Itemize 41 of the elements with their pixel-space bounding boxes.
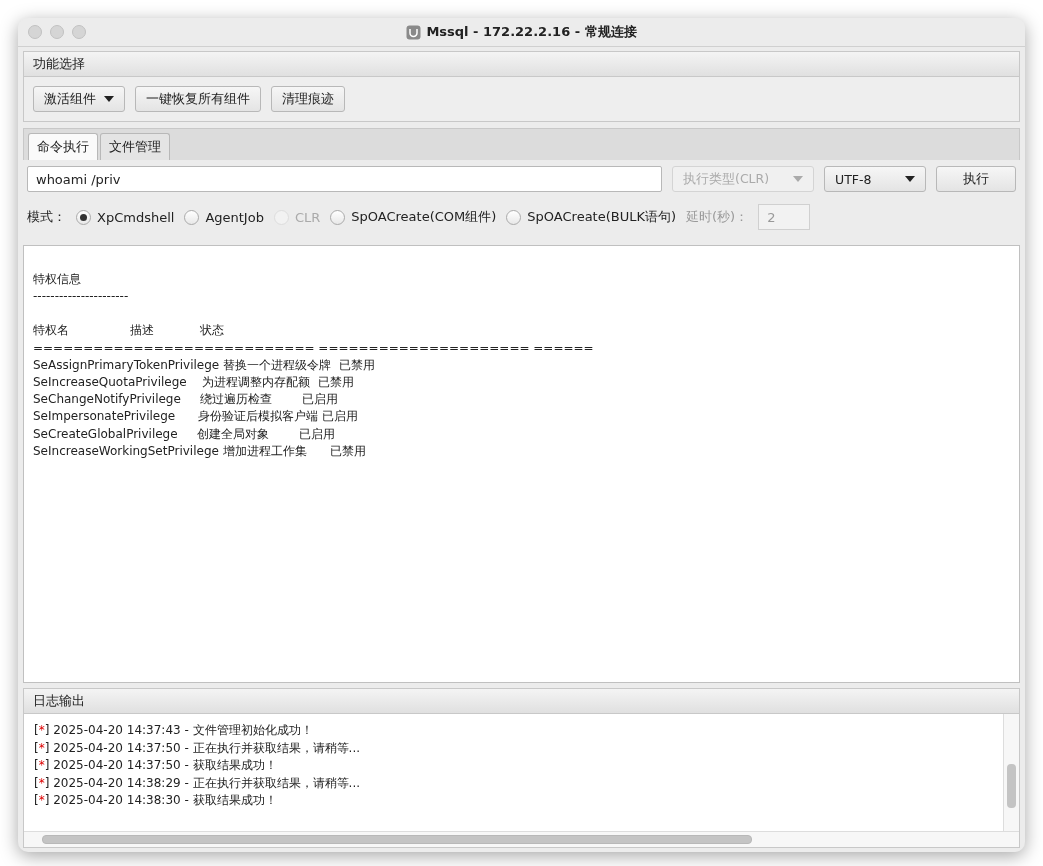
radio-option[interactable]: SpOACreate(BULK语句) [506, 208, 677, 226]
command-field[interactable]: whoami /priv [27, 166, 662, 192]
tab[interactable]: 命令执行 [28, 133, 98, 160]
output-line: SeCreateGlobalPrivilege 创建全局对象 已启用 [33, 425, 337, 443]
output-line: 特权名 描述 状态 [33, 322, 225, 340]
panel-title: 日志输出 [33, 692, 85, 710]
app-icon [406, 24, 422, 40]
window-title: Mssql - 172.22.2.16 - 常规连接 [426, 23, 637, 41]
output-line: SeIncreaseQuotaPrivilege 为进程调整内存配额 已禁用 [33, 374, 355, 391]
tab[interactable]: 文件管理 [100, 133, 170, 160]
log-entry: [*] 2025-04-20 14:37:43 - 文件管理初始化成功！ [34, 722, 314, 739]
window-control-button[interactable] [72, 25, 86, 39]
panel-title: 功能选择 [33, 55, 85, 73]
log-entry: [*] 2025-04-20 14:37:50 - 获取结果成功！ [34, 757, 278, 774]
output-line: ---------------------- [33, 288, 130, 306]
log-entry: [*] 2025-04-20 14:37:50 - 正在执行并获取结果，请稍等... [34, 739, 362, 757]
vertical-scrollbar[interactable] [1003, 714, 1019, 831]
caret-icon [793, 176, 803, 182]
action-button[interactable]: 一键恢复所有组件 [135, 86, 261, 112]
run-button[interactable]: 执行 [936, 166, 1016, 192]
output-line: SeChangeNotifyPrivilege 绕过遍历检查 已启用 [33, 391, 340, 409]
encoding-dropdown[interactable]: UTF-8 [824, 166, 926, 192]
output-line: 特权信息 [33, 271, 82, 288]
log-entry: [*] 2025-04-20 14:38:29 - 正在执行并获取结果，请稍等... [34, 774, 362, 792]
delay-label: 延时(秒)： [686, 208, 749, 226]
log-entry: [*] 2025-04-20 14:38:30 - 获取结果成功！ [34, 792, 278, 809]
radio-option[interactable]: XpCmdshell [76, 209, 175, 225]
dropdown-button[interactable]: 激活组件 [33, 86, 125, 112]
output-line: SeImpersonatePrivilege 身份验证后模拟客户端 已启用 [33, 408, 359, 426]
action-button[interactable]: 清理痕迹 [271, 86, 345, 112]
window-control-button[interactable] [50, 25, 64, 39]
horizontal-scrollbar[interactable] [24, 831, 1019, 847]
radio-option[interactable]: SpOACreate(COM组件) [330, 208, 497, 226]
caret-icon [905, 176, 915, 182]
window-control-button[interactable] [28, 25, 42, 39]
radio-option[interactable]: AgentJob [184, 209, 264, 225]
caret-icon [104, 96, 114, 102]
output-line: ============================ ===================== ====== [33, 339, 595, 357]
output-line: SeIncreaseWorkingSetPrivilege 增加进程工作集 已禁用 [33, 442, 367, 460]
output-line: SeAssignPrimaryTokenPrivilege 替换一个进程级令牌 已禁用 [33, 356, 376, 374]
mode-label: 模式： [27, 208, 66, 226]
